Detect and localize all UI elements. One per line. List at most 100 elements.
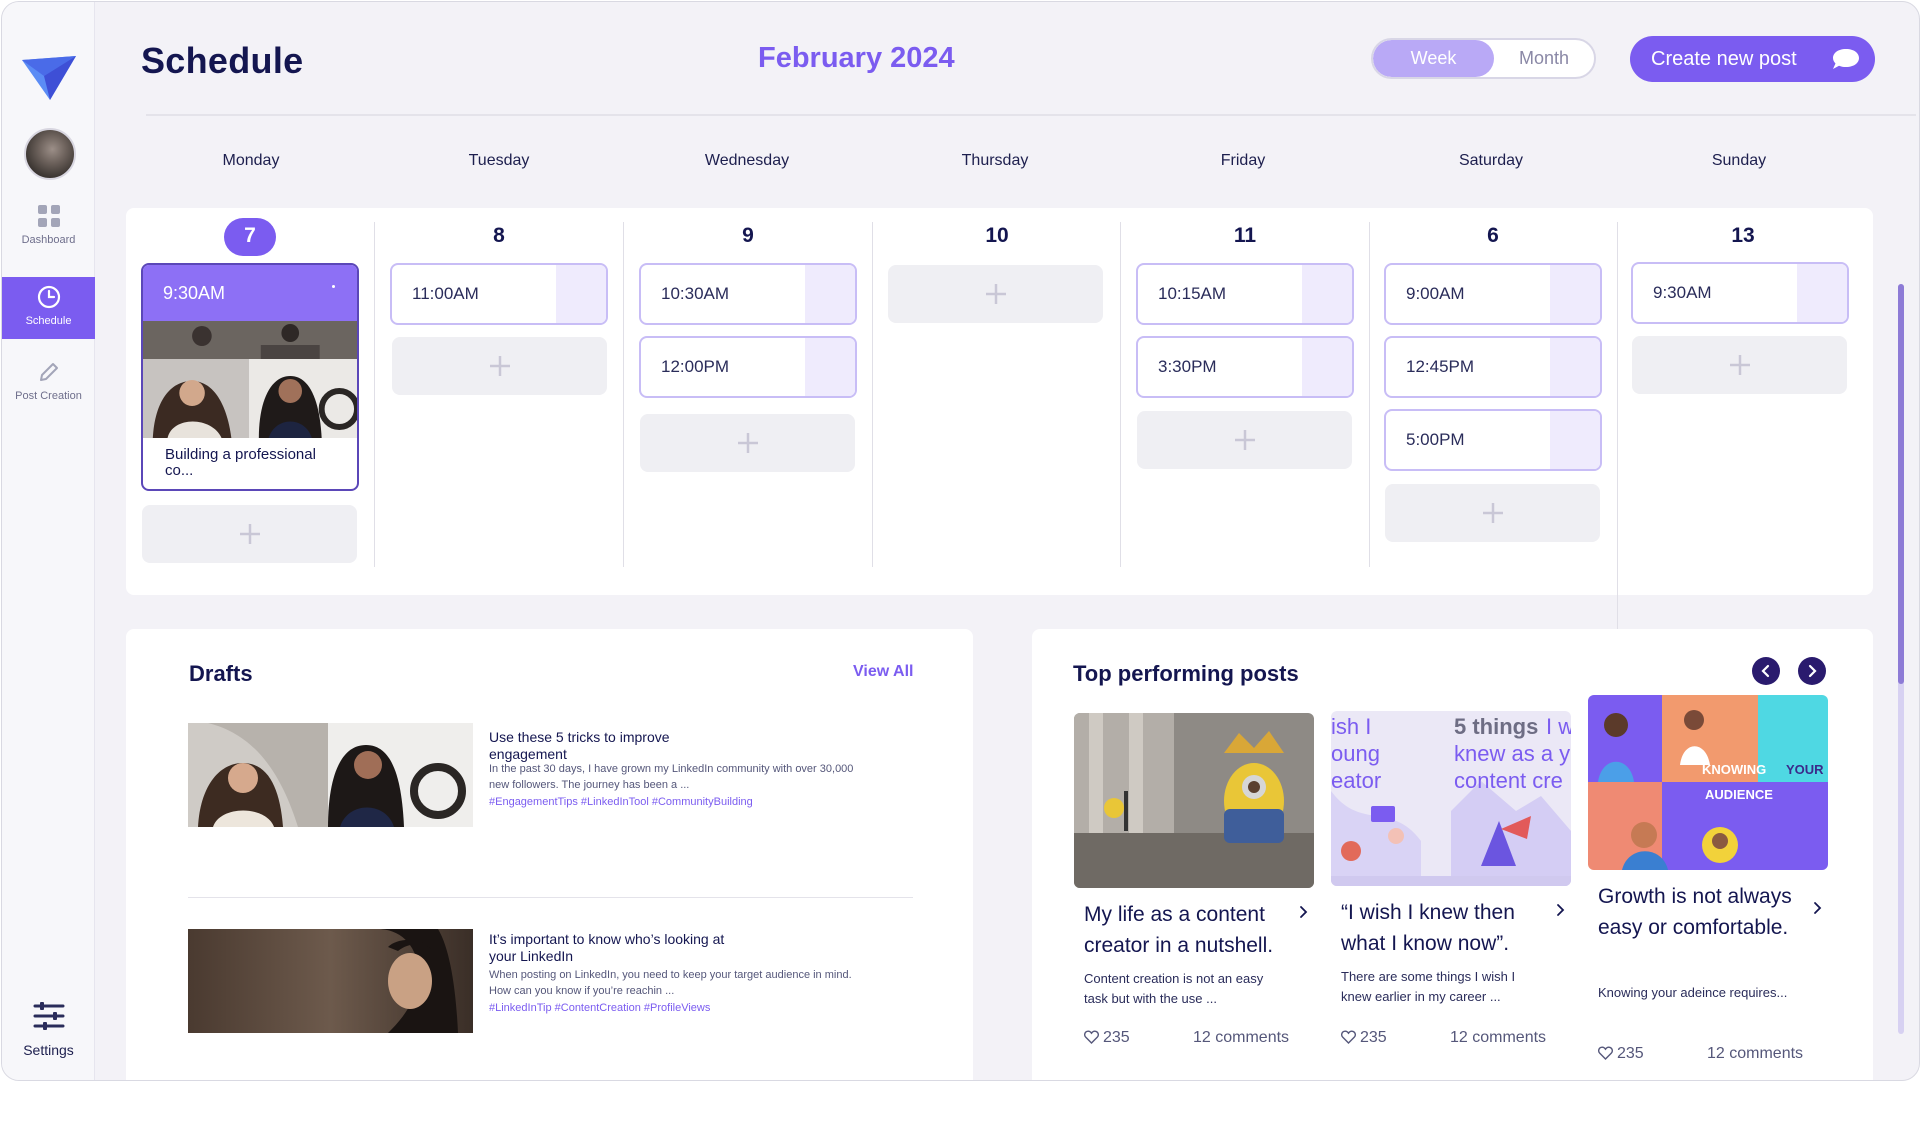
scheduled-slot[interactable]: 5:00PM xyxy=(1384,409,1602,471)
draft-title: It’s important to know who’s looking at … xyxy=(489,931,725,964)
plus-icon xyxy=(239,523,260,544)
image-caption-3: AUDIENCE xyxy=(1705,787,1773,802)
scheduled-slot[interactable]: 12:00PM xyxy=(639,336,857,398)
day-number[interactable]: 8 xyxy=(389,218,609,254)
draft-excerpt: When posting on LinkedIn, you need to ke… xyxy=(489,969,852,997)
chevron-left-icon xyxy=(1761,664,1770,678)
column-divider xyxy=(872,222,873,567)
chevron-right-icon[interactable] xyxy=(1296,905,1310,919)
column-divider xyxy=(374,222,375,567)
top-post-card[interactable]: ish I oung eator 5 things I w knew as a … xyxy=(1331,711,1571,1046)
day-name-friday: Friday xyxy=(1220,152,1266,169)
comment-count[interactable]: 12 comments xyxy=(1707,1045,1803,1063)
add-post-button[interactable] xyxy=(1385,484,1600,542)
carousel-prev-button[interactable] xyxy=(1752,657,1780,685)
sidebar: Dashboard Schedule Post Creation Setting… xyxy=(2,2,95,1080)
scrollbar-thumb[interactable] xyxy=(1898,284,1904,684)
top-post-card[interactable]: KNOWING YOUR AUDIENCE Growth is not alwa… xyxy=(1588,695,1828,1062)
day-number[interactable]: 13 xyxy=(1633,218,1853,254)
paper-plane-logo-icon[interactable] xyxy=(20,54,78,102)
carousel-next-button[interactable] xyxy=(1798,657,1826,685)
month-view-button[interactable]: Month xyxy=(1494,40,1594,77)
post-image xyxy=(1588,695,1828,870)
post-description: Content creation is not an easy task but… xyxy=(1084,971,1264,1006)
like-count-value: 235 xyxy=(1617,1045,1644,1062)
month-label: February 2024 xyxy=(758,42,955,74)
draft-thumbnail-image xyxy=(188,723,473,827)
top-posts-title: Top performing posts xyxy=(1073,661,1299,686)
add-post-button[interactable] xyxy=(142,505,357,563)
chevron-right-icon[interactable] xyxy=(1810,901,1824,915)
slot-tab xyxy=(1302,338,1352,396)
plus-icon xyxy=(737,432,758,453)
scheduled-slot[interactable]: 10:30AM xyxy=(639,263,857,325)
scheduled-slot[interactable]: 9:00AM xyxy=(1384,263,1602,325)
scheduled-slot[interactable]: 11:00AM xyxy=(390,263,608,325)
slot-tab xyxy=(1550,411,1600,469)
avatar[interactable] xyxy=(24,128,76,180)
sidebar-item-settings[interactable]: Settings xyxy=(2,1000,95,1058)
slot-time: 10:30AM xyxy=(661,284,730,303)
heart-icon xyxy=(1084,1030,1099,1044)
slot-time: 9:30AM xyxy=(1653,283,1712,302)
day-number[interactable]: 9 xyxy=(638,218,858,254)
add-post-button[interactable] xyxy=(888,265,1103,323)
slot-tab xyxy=(1550,265,1600,323)
view-all-link[interactable]: View All xyxy=(853,663,913,681)
scheduled-slot[interactable]: 12:45PM xyxy=(1384,336,1602,398)
like-count-value: 235 xyxy=(1360,1029,1387,1046)
add-post-button[interactable] xyxy=(1137,411,1352,469)
top-post-card[interactable]: My life as a content creator in a nutshe… xyxy=(1074,713,1314,1046)
slot-tab xyxy=(805,265,855,323)
chevron-right-icon[interactable] xyxy=(1553,903,1567,917)
sidebar-item-schedule[interactable]: Schedule xyxy=(2,277,95,339)
scheduled-slot[interactable]: 9:30AM xyxy=(1631,262,1849,324)
grid-icon xyxy=(37,205,60,227)
plus-icon xyxy=(489,355,510,376)
scheduled-slot[interactable]: 10:15AM xyxy=(1136,263,1354,325)
column-divider xyxy=(1617,222,1618,632)
create-new-post-button[interactable]: Create new post xyxy=(1630,36,1875,82)
comment-count[interactable]: 12 comments xyxy=(1450,1029,1546,1047)
add-post-button[interactable] xyxy=(640,414,855,472)
draft-item[interactable]: It’s important to know who’s looking at … xyxy=(188,929,908,1033)
pencil-icon xyxy=(39,363,58,381)
day-name-tuesday: Tuesday xyxy=(468,152,530,169)
day-number-today[interactable]: 7 xyxy=(140,218,360,256)
scheduled-slot[interactable]: 3:30PM xyxy=(1136,336,1354,398)
post-title: My life as a content creator in a nutshe… xyxy=(1084,903,1274,957)
slot-time: 12:45PM xyxy=(1406,357,1475,376)
sidebar-item-dashboard[interactable]: Dashboard xyxy=(2,204,95,266)
like-count[interactable]: 235 xyxy=(1084,1029,1130,1047)
day-number[interactable]: 6 xyxy=(1383,218,1603,254)
heart-icon xyxy=(1341,1030,1356,1044)
add-post-button[interactable] xyxy=(392,337,607,395)
slot-tab xyxy=(805,338,855,396)
day-number[interactable]: 11 xyxy=(1135,218,1355,254)
like-count[interactable]: 235 xyxy=(1598,1045,1644,1063)
plus-icon xyxy=(985,283,1006,304)
image-caption-right: I w knew as a y content cre xyxy=(1454,714,1571,793)
page-title: Schedule xyxy=(141,40,304,81)
page-scrollbar[interactable] xyxy=(1898,284,1904,1034)
column-divider xyxy=(623,222,624,567)
add-post-button[interactable] xyxy=(1632,336,1847,394)
comment-count[interactable]: 12 comments xyxy=(1193,1029,1289,1047)
settings-label: Settings xyxy=(23,1042,74,1058)
post-description: There are some things I wish I knew earl… xyxy=(1341,969,1516,1004)
day-name-saturday: Saturday xyxy=(1458,152,1524,169)
week-view-button[interactable]: Week xyxy=(1373,40,1494,77)
sidebar-item-label: Dashboard xyxy=(21,234,76,246)
plus-icon xyxy=(1482,502,1503,523)
sidebar-item-post-creation[interactable]: Post Creation xyxy=(2,360,95,422)
draft-item[interactable]: Use these 5 tricks to improve engagement… xyxy=(188,723,908,827)
app-window: Dashboard Schedule Post Creation Setting… xyxy=(1,1,1920,1081)
like-count[interactable]: 235 xyxy=(1341,1029,1387,1047)
day-number[interactable]: 10 xyxy=(887,218,1107,254)
scheduled-post-featured[interactable]: 9:30AM Building a professional co... xyxy=(141,263,359,491)
column-divider xyxy=(1369,222,1370,567)
post-description: Knowing your adeince requires... xyxy=(1598,985,1788,1000)
more-dot-icon[interactable] xyxy=(332,285,335,288)
plus-icon xyxy=(1234,429,1255,450)
slot-tab xyxy=(1550,338,1600,396)
